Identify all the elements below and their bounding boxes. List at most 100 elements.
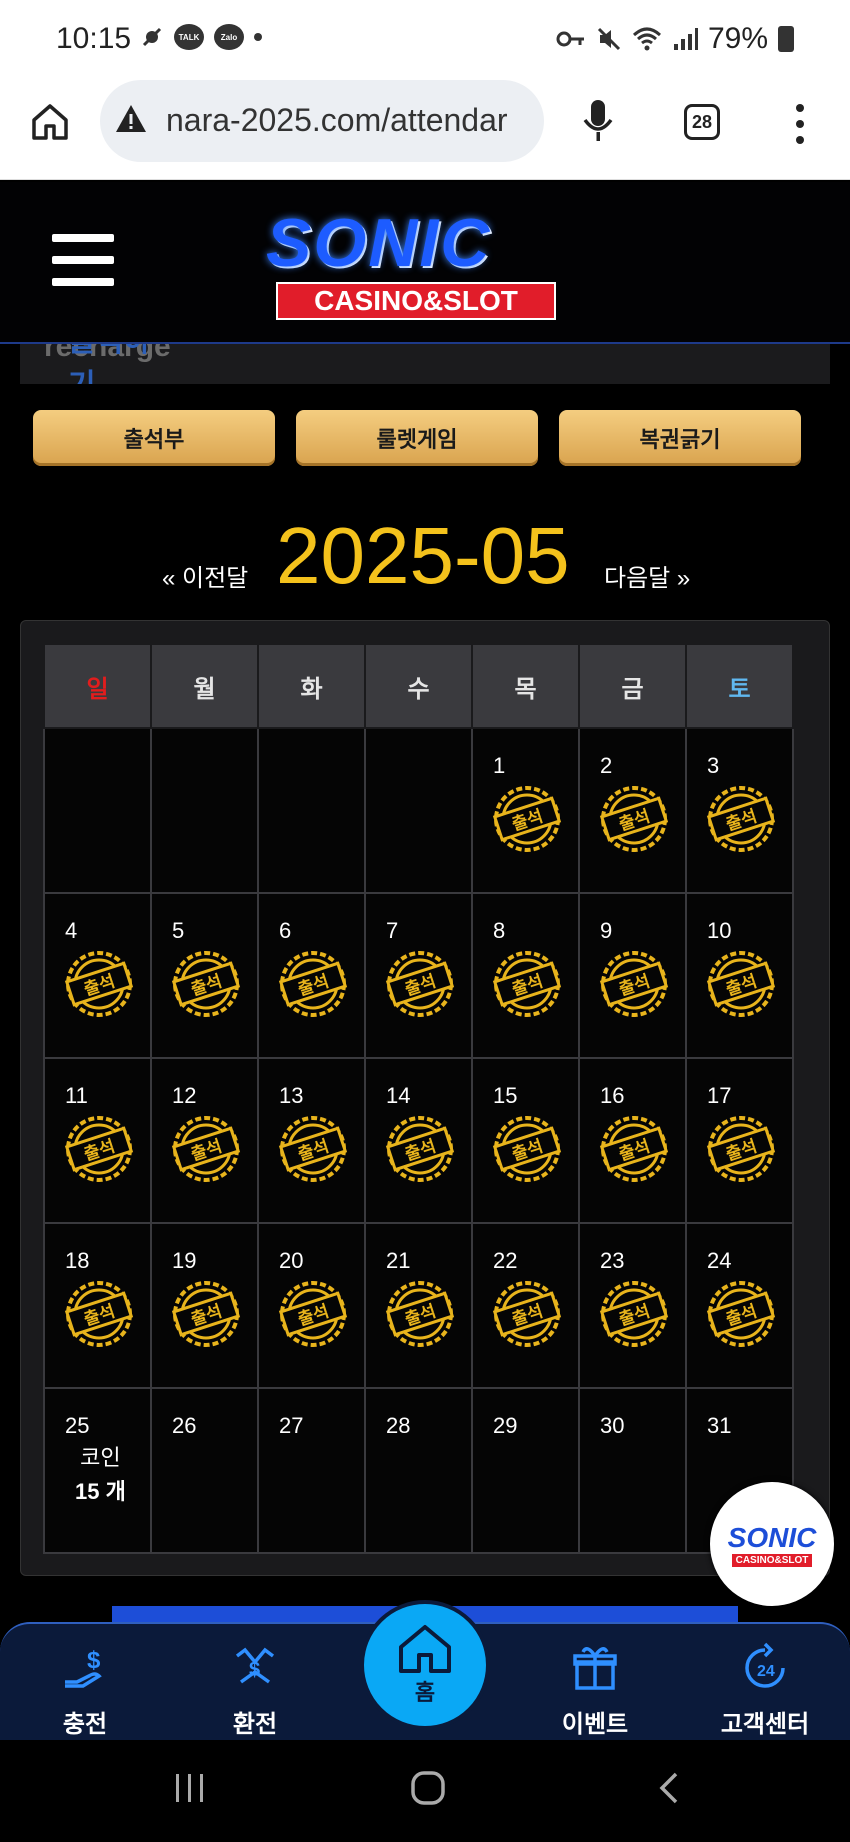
day-number: 9 <box>600 918 613 943</box>
weekday-thu: 목 <box>471 643 580 729</box>
calendar-day-25: 25 코인 15 개 <box>43 1387 152 1554</box>
calendar-day-4: 4 출석 <box>43 892 152 1059</box>
day-number: 26 <box>172 1413 197 1438</box>
attendance-stamp-icon: 출석 <box>385 951 455 1017</box>
coin-reward: 코인 15 개 <box>75 1441 126 1509</box>
day-number: 24 <box>707 1248 732 1273</box>
more-menu-icon[interactable] <box>790 104 810 144</box>
logo-text: SONIC <box>266 205 492 281</box>
warning-icon[interactable] <box>114 102 148 136</box>
floating-logo-button[interactable]: SONIC CASINO&SLOT <box>710 1482 834 1606</box>
gift-icon <box>573 1647 617 1690</box>
wifi-icon <box>632 27 661 51</box>
nav-exchange[interactable]: $ 환전 <box>200 1642 310 1739</box>
calendar-day-9: 9 출석 <box>578 892 687 1059</box>
notification-icons: TALK Zalo <box>140 24 262 50</box>
day-number: 1 <box>493 753 506 778</box>
tab-roulette[interactable]: 룰렛게임 <box>296 410 538 466</box>
day-number: 17 <box>707 1083 732 1108</box>
url-text[interactable]: nara-2025.com/attendar <box>166 102 532 139</box>
attendance-stamp-icon: 출석 <box>171 1281 241 1347</box>
calendar-day-15: 15 출석 <box>471 1057 580 1224</box>
coin-label: 코인 <box>80 1445 121 1470</box>
calendar-day-20: 20 출석 <box>257 1222 366 1389</box>
weekday-sun: 일 <box>43 643 152 729</box>
floating-logo-text: SONIC <box>727 1521 817 1553</box>
address-bar[interactable]: nara-2025.com/attendar <box>100 80 544 162</box>
home-icon[interactable] <box>30 102 70 142</box>
system-navigation <box>0 1740 850 1842</box>
calendar-empty-cell <box>150 727 259 894</box>
kakaotalk-icon: TALK <box>174 24 204 50</box>
attendance-stamp-icon: 출석 <box>492 951 562 1017</box>
calendar-day-1: 1 출석 <box>471 727 580 894</box>
calendar-day-22: 22 출석 <box>471 1222 580 1389</box>
attendance-stamp-icon: 출석 <box>706 1281 776 1347</box>
nav-charge-label: 충전 <box>62 1711 108 1738</box>
calendar-week: 4 출석 5 출석 6 출석 7 출석 8 출석 9 출석 10 출석 <box>43 892 794 1059</box>
day-number: 10 <box>707 918 732 943</box>
prev-month-link[interactable]: « 이전달 <box>162 558 248 593</box>
hamburger-menu-icon[interactable] <box>52 234 114 286</box>
attendance-stamp-icon: 출석 <box>64 1281 134 1347</box>
day-number: 29 <box>493 1413 518 1438</box>
day-number: 19 <box>172 1248 197 1273</box>
weekday-wed: 수 <box>364 643 473 729</box>
attendance-stamp-icon: 출석 <box>492 1281 562 1347</box>
attendance-stamp-icon: 출석 <box>599 1116 669 1182</box>
calendar-day-10: 10 출석 <box>685 892 794 1059</box>
back-icon[interactable] <box>652 1770 688 1806</box>
day-number: 28 <box>386 1413 411 1438</box>
day-number: 7 <box>386 918 399 943</box>
nav-support-label: 고객센터 <box>720 1711 810 1738</box>
next-month-link[interactable]: 다음달 » <box>604 558 690 593</box>
withdraw-icon: $ <box>235 1647 275 1684</box>
day-number: 14 <box>386 1083 411 1108</box>
calendar-week: 18 출석 19 출석 20 출석 21 출석 22 출석 23 출석 24 출석 <box>43 1222 794 1389</box>
day-number: 4 <box>65 918 78 943</box>
signal-icon <box>673 28 698 50</box>
day-number: 23 <box>600 1248 625 1273</box>
calendar-day-8: 8 출석 <box>471 892 580 1059</box>
calendar-week: 25 코인 15 개 26 27 28 29 30 31 <box>43 1387 794 1554</box>
attendance-stamp-icon: 출석 <box>171 1116 241 1182</box>
feature-tabs: 출석부 룰렛게임 복권긁기 <box>33 410 801 466</box>
more-notifications-dot <box>254 33 262 41</box>
battery-icon <box>778 26 794 52</box>
nav-home[interactable]: 홈 <box>360 1600 490 1730</box>
calendar-day-18: 18 출석 <box>43 1222 152 1389</box>
attendance-stamp-icon: 출석 <box>599 951 669 1017</box>
calendar-empty-cell <box>257 727 366 894</box>
site-logo[interactable]: SONIC CASINO&SLOT <box>246 204 586 324</box>
tabs-button[interactable]: 28 <box>684 104 720 140</box>
day-number: 13 <box>279 1083 304 1108</box>
tab-lottery[interactable]: 복권긁기 <box>559 410 801 466</box>
weekday-mon: 월 <box>150 643 259 729</box>
attendance-stamp-icon: 출석 <box>278 951 348 1017</box>
nav-event[interactable]: 이벤트 <box>540 1642 650 1739</box>
day-number: 20 <box>279 1248 304 1273</box>
logo-subtext: CASINO&SLOT <box>276 282 556 320</box>
calendar-day-21: 21 출석 <box>364 1222 473 1389</box>
calendar-day-6: 6 출석 <box>257 892 366 1059</box>
nav-support[interactable]: 24 고객센터 <box>710 1642 820 1739</box>
tab-attendance[interactable]: 출석부 <box>33 410 275 466</box>
microphone-icon[interactable] <box>580 98 616 144</box>
floating-logo-subtext: CASINO&SLOT <box>731 1553 813 1567</box>
browser-toolbar: nara-2025.com/attendar 28 <box>0 80 850 180</box>
nav-charge[interactable]: $ 충전 <box>30 1642 140 1739</box>
subtitle-highlight: 출석하기 <box>68 344 171 384</box>
nav-event-label: 이벤트 <box>561 1711 629 1738</box>
calendar-empty-cell <box>43 727 152 894</box>
svg-text:$: $ <box>249 1659 260 1681</box>
recents-icon[interactable] <box>172 1770 208 1806</box>
calendar-day-30: 30 <box>578 1387 687 1554</box>
day-number: 31 <box>707 1413 732 1438</box>
mute-icon <box>597 27 621 51</box>
attendance-stamp-icon: 출석 <box>706 951 776 1017</box>
attendance-stamp-icon: 출석 <box>706 786 776 852</box>
calendar-day-7: 7 출석 <box>364 892 473 1059</box>
support-24-icon: 24 <box>745 1642 785 1688</box>
day-number: 11 <box>65 1083 88 1108</box>
home-button-icon[interactable] <box>410 1770 446 1806</box>
